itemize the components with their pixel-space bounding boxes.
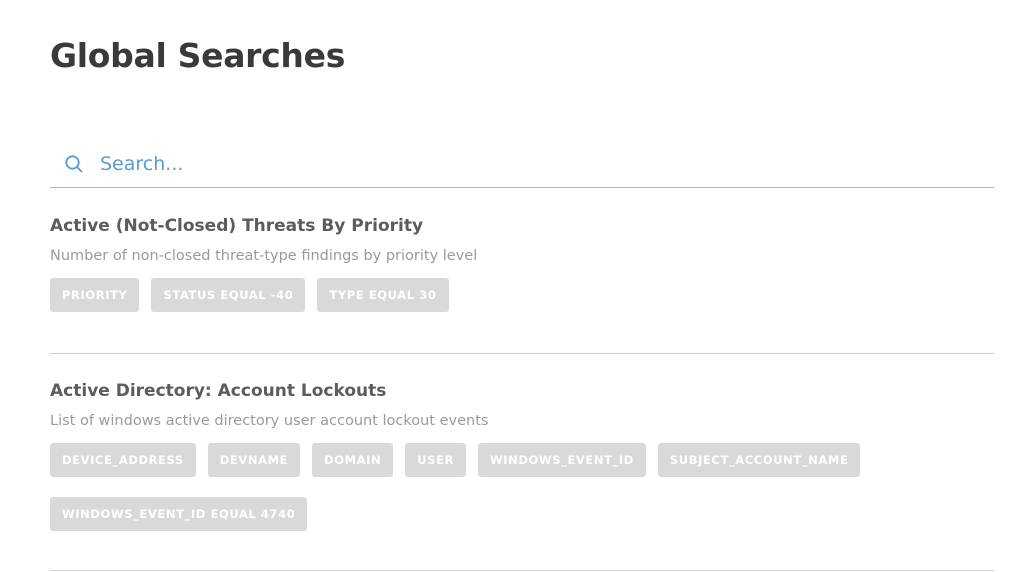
page-title: Global Searches xyxy=(50,36,346,75)
search-result-item[interactable]: Active (Not-Closed) Threats By Priority … xyxy=(50,216,994,354)
result-title[interactable]: Active (Not-Closed) Threats By Priority xyxy=(50,216,994,236)
tag[interactable]: DEVNAME xyxy=(207,443,301,477)
tag[interactable]: WINDOWS_EVENT_ID xyxy=(478,443,646,477)
search-input[interactable] xyxy=(96,143,976,184)
tag[interactable]: SUBJECT_ACCOUNT_NAME xyxy=(657,443,861,477)
tag[interactable]: USER xyxy=(405,443,467,477)
tag-list: DEVICE_ADDRESS DEVNAME DOMAIN USER WINDO… xyxy=(50,443,994,531)
tag[interactable]: WINDOWS_EVENT_ID EQUAL 4740 xyxy=(50,497,308,531)
result-description: List of windows active directory user ac… xyxy=(50,413,489,429)
tag[interactable]: DOMAIN xyxy=(312,443,394,477)
tag-list: PRIORITY STATUS EQUAL -40 TYPE EQUAL 30 xyxy=(50,278,994,312)
result-description: Number of non-closed threat-type finding… xyxy=(50,248,478,264)
tag[interactable]: PRIORITY xyxy=(50,278,140,312)
search-icon xyxy=(52,154,96,174)
search-result-item[interactable]: Active Directory: Account Lockouts List … xyxy=(50,381,994,571)
search-bar[interactable] xyxy=(50,140,994,188)
tag[interactable]: TYPE EQUAL 30 xyxy=(317,278,449,312)
tag[interactable]: DEVICE_ADDRESS xyxy=(50,443,196,477)
global-searches-page: Global Searches Active (Not-Closed) Thre… xyxy=(0,0,1024,572)
result-title[interactable]: Active Directory: Account Lockouts xyxy=(50,381,994,401)
tag[interactable]: STATUS EQUAL -40 xyxy=(151,278,306,312)
